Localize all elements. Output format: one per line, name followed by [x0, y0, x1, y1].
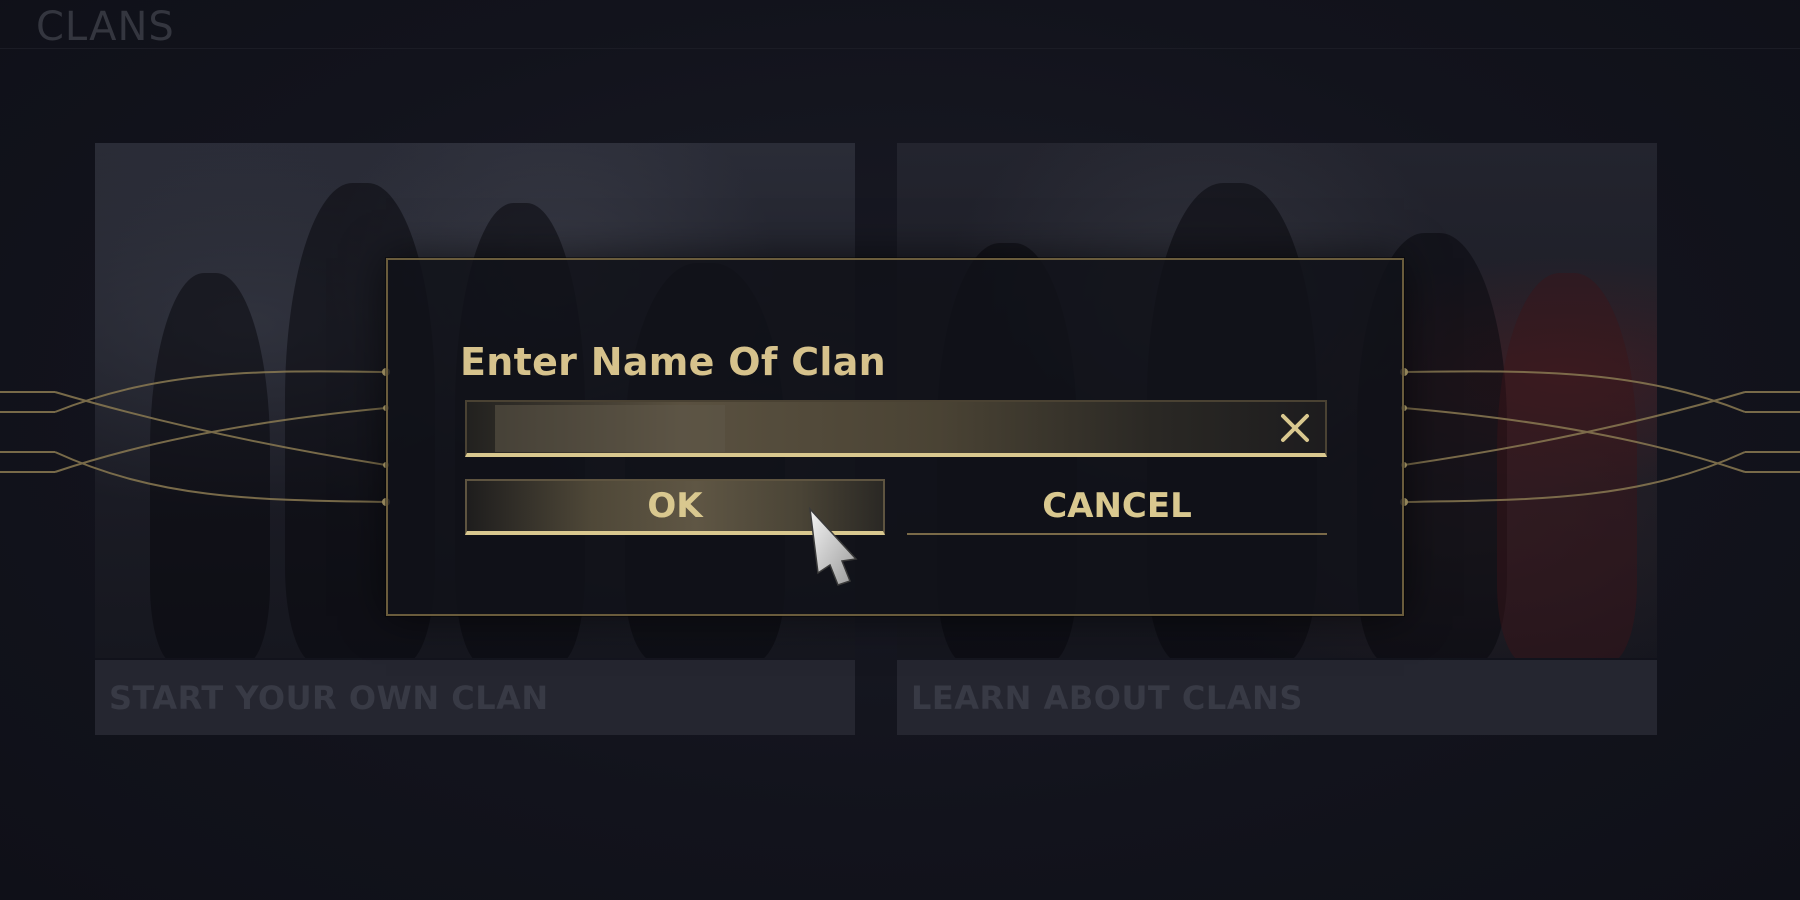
- clan-name-dialog: Enter Name Of Clan OK CANCEL: [386, 258, 1404, 616]
- header-divider: [0, 48, 1800, 49]
- mouse-pointer-icon: [808, 507, 858, 586]
- learn-about-clans-label: LEARN ABOUT CLANS: [897, 660, 1657, 735]
- close-icon[interactable]: [1275, 408, 1315, 448]
- clan-name-input[interactable]: [495, 404, 1287, 452]
- clan-name-field[interactable]: [465, 400, 1327, 457]
- page-title: CLANS: [36, 4, 175, 50]
- dialog-title: Enter Name Of Clan: [460, 340, 887, 384]
- start-own-clan-label: START YOUR OWN CLAN: [95, 660, 855, 735]
- clans-screen: CLANS START YOUR OWN CLAN LEARN ABOUT CL…: [0, 0, 1800, 900]
- cancel-button[interactable]: CANCEL: [907, 479, 1327, 535]
